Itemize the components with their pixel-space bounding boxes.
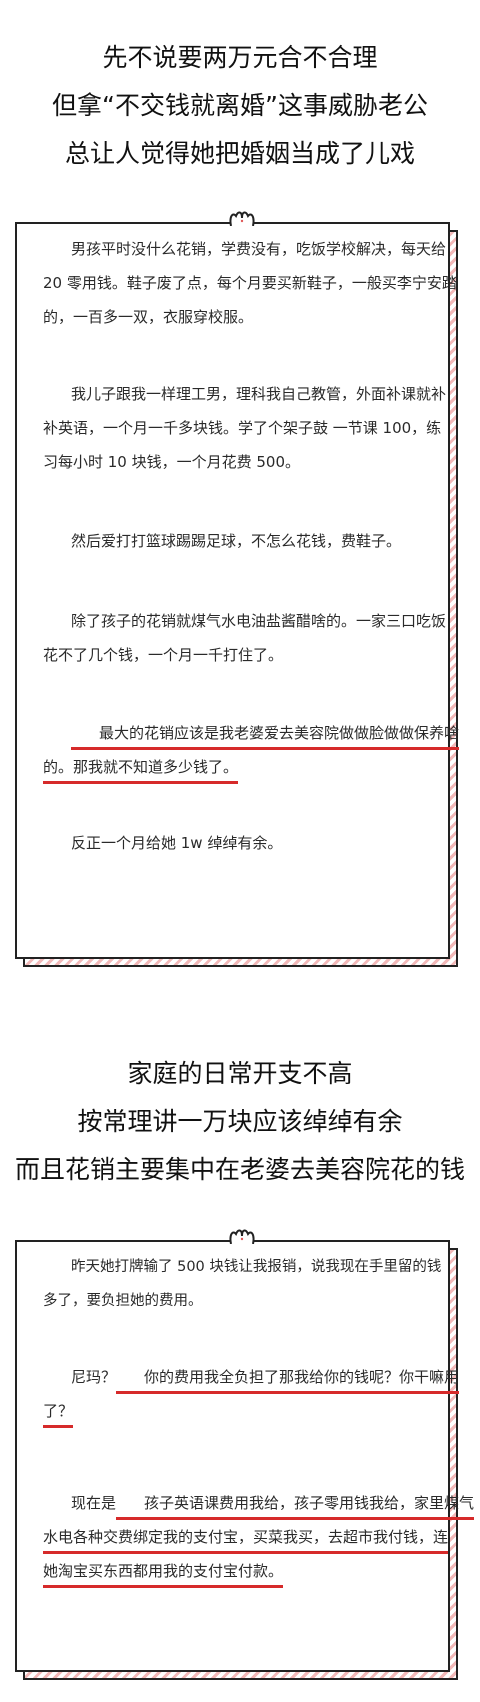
heading-line: 但拿“不交钱就离婚”这事威胁老公 <box>52 91 428 120</box>
paragraph: 我儿子跟我一样理工男，理科我自己教管，外面补课就补 补英语，一个月一千多块钱。学… <box>43 385 447 471</box>
highlighted-paragraph: 最大的花销应该是我老婆爱去美容院做做脸做做保养啥 的。那我就不知道多少钱了。 <box>43 716 460 784</box>
heading-line: 先不说要两万元合不合理 <box>102 43 378 72</box>
paragraph: 然后爱打打篮球踢踢足球，不怎么花钱，费鞋子。 <box>71 532 402 550</box>
bunny-ears-icon <box>229 1229 255 1244</box>
underlined-text: 了？ <box>43 1397 74 1428</box>
heading-line: 而且花销主要集中在老婆去美容院花的钱 <box>14 1155 465 1184</box>
heading-line: 按常理讲一万块应该绰绰有余 <box>77 1107 403 1136</box>
quote-card-1: 男孩平时没什么花销，学费没有，吃饭学校解决，每天给 20 零用钱。鞋子废了点，每… <box>15 211 460 967</box>
paragraph: 除了孩子的花销就煤气水电油盐酱醋啥的。一家三口吃饭 花不了几个钱，一个月一千打住… <box>43 612 447 664</box>
heading-line: 家庭的日常开支不高 <box>127 1059 353 1088</box>
underlined-text: 水电各种交费绑定我的支付宝，买菜我买，去超市我付钱，连 <box>43 1523 449 1554</box>
paragraph: 反正一个月给她 1w 绰绰有余。 <box>71 834 283 852</box>
heading-line: 总让人觉得她把婚姻当成了儿戏 <box>64 139 415 168</box>
highlighted-paragraph: 现在是 孩子英语课费用我给，孩子零用钱我给，家里煤气 水电各种交费绑定我的支付宝，… <box>43 1486 475 1588</box>
underlined-text: 的。那我就不知道多少钱了。 <box>43 753 239 784</box>
underlined-text: 你的费用我全负担了那我给你的钱呢？你干嘛用 <box>116 1363 460 1394</box>
underlined-text: 孩子英语课费用我给，孩子零用钱我给，家里煤气 <box>116 1489 475 1520</box>
underlined-text: 最大的花销应该是我老婆爱去美容院做做脸做做保养啥 <box>71 719 460 750</box>
highlighted-paragraph: 尼玛？ 你的费用我全负担了那我给你的钱呢？你干嘛用 了？ <box>43 1360 460 1428</box>
paragraph: 昨天她打牌输了 500 块钱让我报销，说我现在手里留的钱 多了，要负担她的费用。 <box>43 1259 442 1309</box>
underlined-text: 她淘宝买东西都用我的支付宝付款。 <box>43 1557 284 1588</box>
bunny-ears-icon <box>229 211 255 226</box>
quote-card-2: 昨天她打牌输了 500 块钱让我报销，说我现在手里留的钱 多了，要负担她的费用。… <box>15 1229 475 1680</box>
paragraph: 男孩平时没什么花销，学费没有，吃饭学校解决，每天给 20 零用钱。鞋子废了点，每… <box>43 240 457 326</box>
